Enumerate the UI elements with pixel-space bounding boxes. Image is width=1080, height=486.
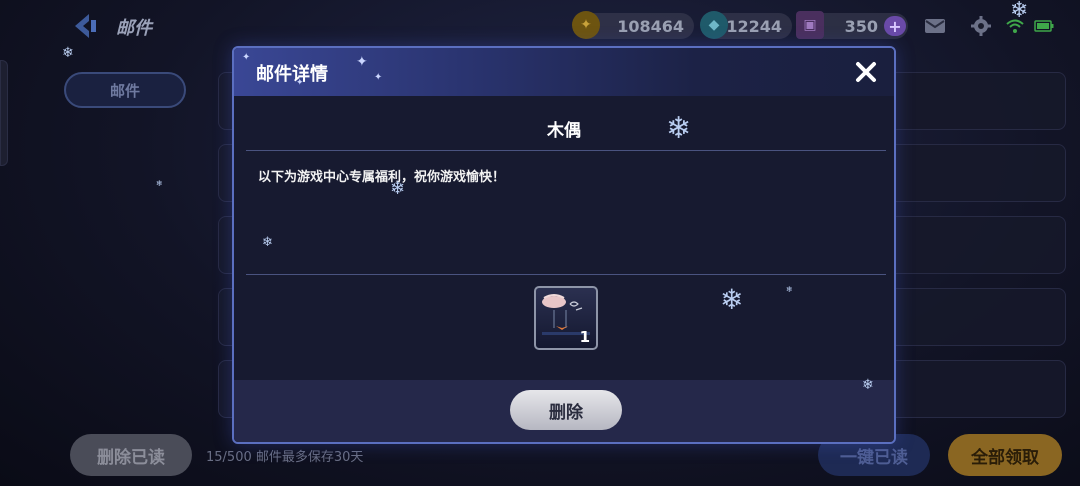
currency-ticket: ▣ 350 + bbox=[796, 11, 908, 39]
snowflake-icon: ❄ bbox=[390, 178, 406, 199]
battery-icon bbox=[1034, 20, 1054, 32]
currency-diamond: ◆ 12244 bbox=[700, 11, 792, 39]
snowflake-icon: ❄ bbox=[156, 179, 163, 188]
mail-detail-dialog: 邮件详情 ✦ ✦ ✦ ✦ 木偶 以下为游戏中心专属福利，祝你游戏愉快！ 1 删除 bbox=[232, 46, 896, 444]
ticket-amount: 350 bbox=[844, 16, 878, 36]
mail-sender: 木偶 bbox=[547, 121, 581, 141]
battery-status bbox=[1034, 16, 1054, 36]
mail-button[interactable] bbox=[924, 16, 946, 36]
claim-all-button[interactable]: 全部领取 bbox=[948, 434, 1062, 476]
ticket-icon: ▣ bbox=[796, 11, 824, 39]
dialog-header: 邮件详情 ✦ ✦ ✦ ✦ bbox=[234, 48, 894, 96]
mail-icon bbox=[925, 19, 945, 33]
snowflake-icon: ❄ bbox=[1010, 0, 1029, 23]
back-arrow-icon bbox=[75, 14, 96, 38]
snowflake-icon: ❄ bbox=[862, 377, 874, 393]
settings-button[interactable] bbox=[970, 16, 992, 36]
sparkle-icon: ✦ bbox=[296, 78, 304, 88]
currency-gold: ✦ 108464 bbox=[572, 11, 694, 39]
sparkle-icon: ✦ bbox=[356, 54, 368, 70]
snowflake-icon: ❄ bbox=[786, 285, 793, 294]
diamond-amount: 12244 bbox=[726, 16, 782, 36]
delete-button[interactable]: 删除 bbox=[510, 390, 622, 430]
add-ticket-button[interactable]: + bbox=[884, 16, 906, 36]
page-title: 邮件 bbox=[116, 18, 152, 39]
edge-handle[interactable] bbox=[0, 60, 8, 166]
gold-coin-icon: ✦ bbox=[572, 11, 600, 39]
mail-storage-note: 15/500 邮件最多保存30天 bbox=[206, 450, 364, 465]
attachment-item[interactable]: 1 bbox=[534, 286, 598, 350]
mail-body-text: 以下为游戏中心专属福利，祝你游戏愉快！ bbox=[258, 170, 506, 185]
divider bbox=[246, 274, 886, 275]
sparkle-icon: ✦ bbox=[374, 72, 383, 83]
snowflake-icon: ❄ bbox=[666, 111, 692, 146]
sparkle-icon: ✦ bbox=[242, 52, 251, 63]
snowflake-icon: ❄ bbox=[262, 235, 273, 250]
diamond-gem-icon: ◆ bbox=[700, 11, 728, 39]
back-button[interactable] bbox=[66, 10, 102, 42]
attachment-count: 1 bbox=[579, 328, 590, 346]
snowflake-icon: ❄ bbox=[62, 45, 74, 61]
settings-gear-icon bbox=[971, 16, 991, 36]
snowflake-icon: ❄ bbox=[720, 283, 744, 316]
gold-amount: 108464 bbox=[617, 16, 684, 36]
dialog-title: 邮件详情 bbox=[256, 64, 328, 85]
delete-read-button[interactable]: 删除已读 bbox=[70, 434, 192, 476]
tab-mail[interactable]: 邮件 bbox=[64, 72, 186, 108]
divider bbox=[246, 150, 886, 151]
close-button[interactable] bbox=[852, 58, 880, 86]
close-icon bbox=[856, 62, 876, 82]
